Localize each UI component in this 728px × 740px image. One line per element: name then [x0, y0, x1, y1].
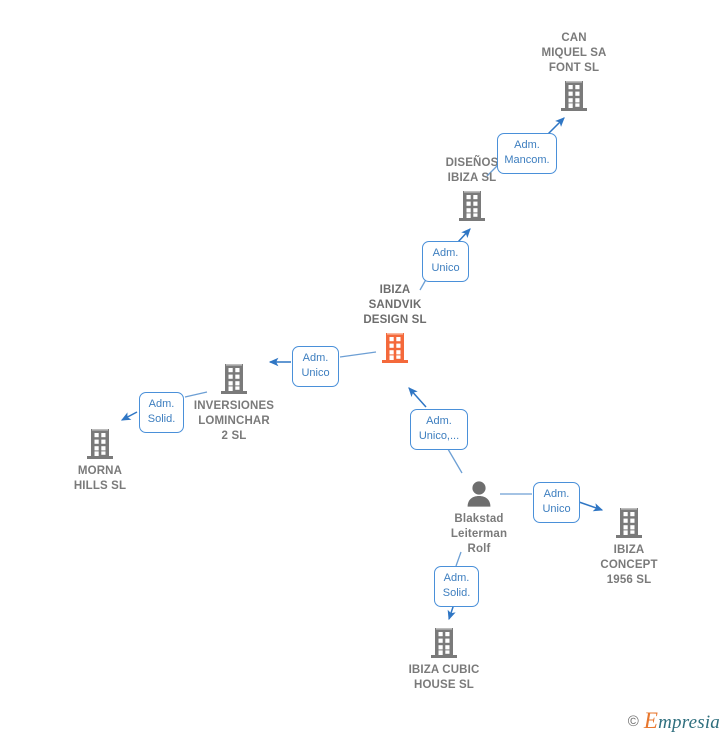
building-icon: [616, 508, 642, 538]
brand-rest: mpresia: [658, 712, 720, 733]
node-can-miquel-sa-font[interactable]: CAN MIQUEL SA FONT SL: [509, 31, 639, 114]
building-icon: [382, 333, 408, 363]
node-label: Blakstad Leiterman Rolf: [450, 513, 508, 555]
building-icon: [221, 364, 247, 394]
relation-label-adm-unico-lominchar[interactable]: Adm. Unico: [292, 346, 339, 387]
node-ibiza-concept-1956[interactable]: IBIZA CONCEPT 1956 SL: [564, 505, 694, 588]
node-label: INVERSIONES LOMINCHAR 2 SL: [193, 400, 275, 442]
node-label: IBIZA CUBIC HOUSE SL: [408, 664, 480, 691]
node-label: MORNA HILLS SL: [73, 465, 127, 492]
node-label: IBIZA SANDVIK DESIGN SL: [363, 284, 427, 326]
relation-label-adm-solid-cubic[interactable]: Adm. Solid.: [434, 566, 479, 607]
node-label: IBIZA CONCEPT 1956 SL: [600, 544, 658, 586]
node-blakstad-leiterman-rolf[interactable]: Blakstad Leiterman Rolf: [414, 478, 544, 557]
relation-label-adm-solid-morna[interactable]: Adm. Solid.: [139, 392, 184, 433]
building-icon: [431, 628, 457, 658]
relation-label-adm-unico-sandvik[interactable]: Adm. Unico,...: [410, 409, 468, 450]
node-label: CAN MIQUEL SA FONT SL: [541, 32, 607, 74]
node-inversiones-lominchar-2[interactable]: INVERSIONES LOMINCHAR 2 SL: [169, 361, 299, 444]
edge-solid-to-morna: [120, 411, 138, 421]
building-icon: [561, 81, 587, 111]
copyright-icon: ©: [627, 712, 639, 730]
person-icon: [467, 481, 491, 507]
edge-unico-to-sandvik: [408, 387, 427, 408]
brand-initial: E: [643, 708, 659, 733]
relation-label-adm-mancom[interactable]: Adm. Mancom.: [497, 133, 557, 174]
relationship-graph-canvas: CAN MIQUEL SA FONT SL DISEÑOS IBIZA SL I…: [0, 0, 728, 740]
node-ibiza-cubic-house[interactable]: IBIZA CUBIC HOUSE SL: [379, 625, 509, 693]
brand-logo: Empresia: [644, 708, 720, 734]
building-icon: [87, 429, 113, 459]
node-morna-hills[interactable]: MORNA HILLS SL: [35, 426, 165, 494]
relation-label-adm-unico-concept[interactable]: Adm. Unico: [533, 482, 580, 523]
building-icon: [459, 191, 485, 221]
relation-label-adm-unico-disenos[interactable]: Adm. Unico: [422, 241, 469, 282]
node-ibiza-sandvik-design[interactable]: IBIZA SANDVIK DESIGN SL: [330, 283, 460, 366]
empresia-watermark: © Empresia: [628, 708, 720, 734]
edge-mancom-to-can-miquel: [547, 117, 565, 135]
